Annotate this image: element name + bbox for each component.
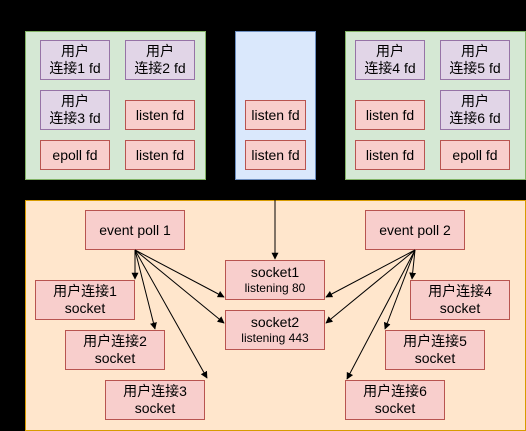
user-socket-4-sub: socket bbox=[439, 300, 481, 316]
shared-listen-fd-a: listen fd bbox=[245, 100, 306, 130]
conn4-fd: 用户 连接4 fd bbox=[355, 40, 425, 80]
conn6-fd-line2: 连接6 fd bbox=[449, 110, 501, 126]
conn3-fd-line2: 连接3 fd bbox=[49, 110, 101, 126]
socket2: socket2 listening 443 bbox=[225, 310, 325, 350]
user-socket-6-sub: socket bbox=[374, 400, 416, 416]
p1-epoll-fd: epoll fd bbox=[40, 140, 110, 170]
conn1-fd: 用户 连接1 fd bbox=[40, 40, 110, 80]
conn4-fd-line2: 连接4 fd bbox=[364, 60, 416, 76]
conn5-fd-line2: 连接5 fd bbox=[449, 60, 501, 76]
conn5-fd: 用户 连接5 fd bbox=[440, 40, 510, 80]
p1-listen-fd-a: listen fd bbox=[125, 100, 195, 130]
conn1-fd-line1: 用户 bbox=[61, 43, 89, 59]
user-socket-5-name: 用户连接5 bbox=[403, 333, 467, 349]
conn6-fd-line1: 用户 bbox=[461, 93, 489, 109]
user-socket-4-name: 用户连接4 bbox=[428, 283, 492, 299]
user-socket-3: 用户连接3 socket bbox=[105, 380, 205, 420]
event-poll-1: event poll 1 bbox=[85, 210, 185, 250]
p2-epoll-fd: epoll fd bbox=[440, 140, 510, 170]
user-socket-1-name: 用户连接1 bbox=[53, 283, 117, 299]
user-socket-3-sub: socket bbox=[134, 400, 176, 416]
socket1-name: socket1 bbox=[250, 264, 300, 280]
socket2-name: socket2 bbox=[250, 314, 300, 330]
p2-listen-fd-b: listen fd bbox=[355, 140, 425, 170]
conn2-fd-line2: 连接2 fd bbox=[134, 60, 186, 76]
p1-listen-fd-b: listen fd bbox=[125, 140, 195, 170]
conn3-fd-line1: 用户 bbox=[61, 93, 89, 109]
user-socket-6: 用户连接6 socket bbox=[345, 380, 445, 420]
conn6-fd: 用户 连接6 fd bbox=[440, 90, 510, 130]
conn5-fd-line1: 用户 bbox=[461, 43, 489, 59]
conn2-fd-line1: 用户 bbox=[146, 43, 174, 59]
event-poll-2: event poll 2 bbox=[365, 210, 465, 250]
user-socket-4: 用户连接4 socket bbox=[410, 280, 510, 320]
conn2-fd: 用户 连接2 fd bbox=[125, 40, 195, 80]
user-socket-1-sub: socket bbox=[64, 300, 106, 316]
conn4-fd-line1: 用户 bbox=[376, 43, 404, 59]
user-socket-1: 用户连接1 socket bbox=[35, 280, 135, 320]
user-socket-2-sub: socket bbox=[94, 350, 136, 366]
p2-listen-fd-a: listen fd bbox=[355, 100, 425, 130]
socket2-sub: listening 443 bbox=[241, 331, 309, 345]
user-socket-2-name: 用户连接2 bbox=[83, 333, 147, 349]
conn3-fd: 用户 连接3 fd bbox=[40, 90, 110, 130]
socket1-sub: listening 80 bbox=[244, 281, 306, 295]
shared-listen-fd-b: listen fd bbox=[245, 140, 306, 170]
user-socket-6-name: 用户连接6 bbox=[363, 383, 427, 399]
user-socket-3-name: 用户连接3 bbox=[123, 383, 187, 399]
socket1: socket1 listening 80 bbox=[225, 260, 325, 300]
user-socket-5-sub: socket bbox=[414, 350, 456, 366]
conn1-fd-line2: 连接1 fd bbox=[49, 60, 101, 76]
user-socket-5: 用户连接5 socket bbox=[385, 330, 485, 370]
user-socket-2: 用户连接2 socket bbox=[65, 330, 165, 370]
